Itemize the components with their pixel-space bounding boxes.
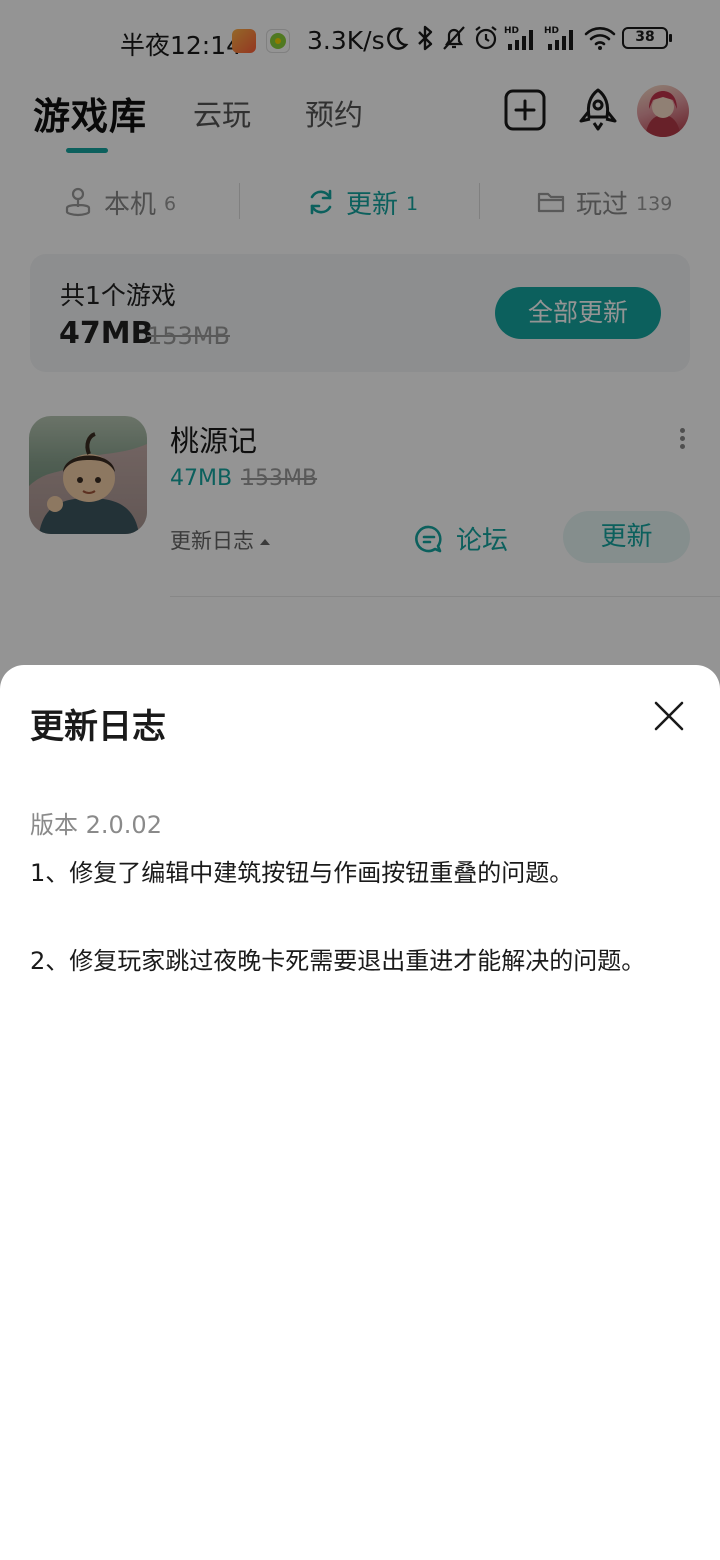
close-icon[interactable] — [652, 699, 686, 733]
changelog-bottom-sheet: 更新日志 版本 2.0.02 1、修复了编辑中建筑按钮与作画按钮重叠的问题。 2… — [0, 665, 720, 1560]
sheet-title: 更新日志 — [30, 707, 166, 747]
changelog-item: 2、修复玩家跳过夜晚卡死需要退出重进才能解决的问题。 — [30, 947, 646, 975]
changelog-notes: 1、修复了编辑中建筑按钮与作画按钮重叠的问题。 2、修复玩家跳过夜晚卡死需要退出… — [30, 851, 670, 1027]
version-label: 版本 2.0.02 — [30, 811, 162, 839]
changelog-item: 1、修复了编辑中建筑按钮与作画按钮重叠的问题。 — [30, 859, 574, 887]
